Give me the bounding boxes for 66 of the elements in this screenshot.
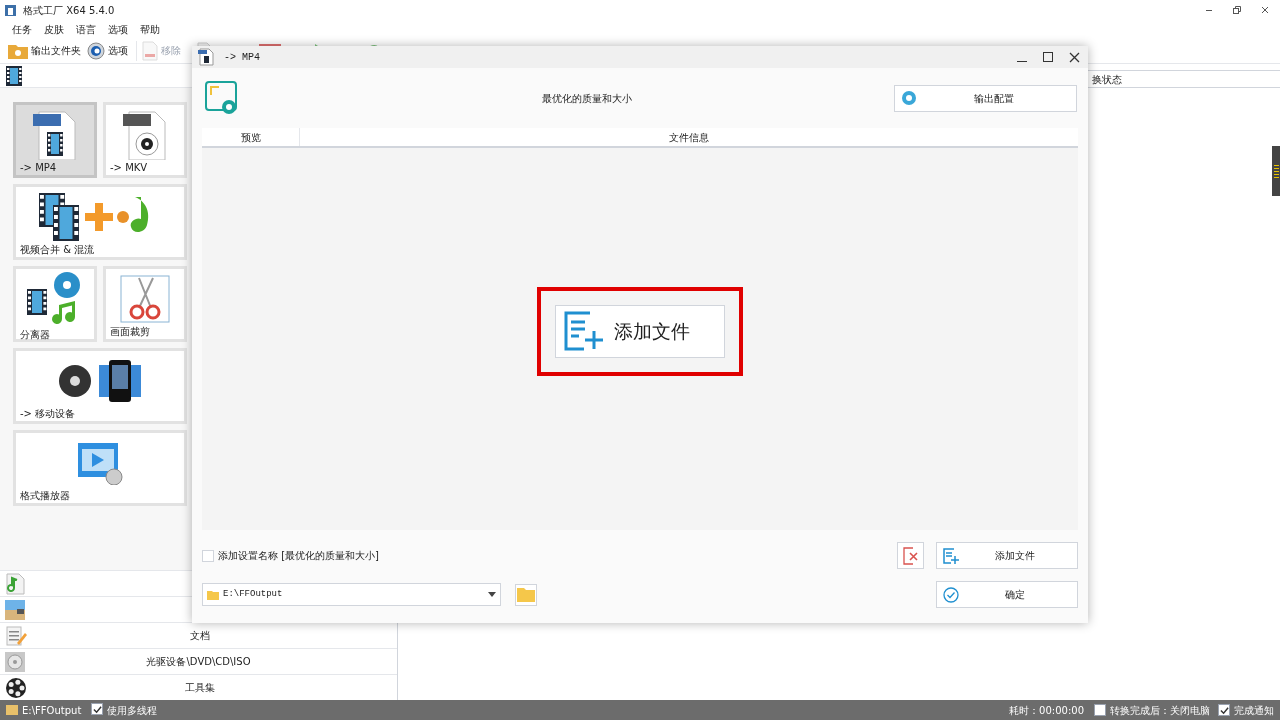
ok-button[interactable]: 确定 [936, 581, 1078, 608]
reel-phone-icon [57, 358, 143, 403]
checkbox-label: 转换完成后：关闭电脑 [1110, 703, 1210, 718]
dialog-title: -> MP4 [224, 50, 260, 65]
scroll-handle[interactable] [1272, 146, 1280, 196]
minimize-icon [1206, 10, 1212, 11]
maximize-icon [1043, 52, 1053, 62]
menu-item[interactable]: 语言 [76, 21, 96, 37]
landscape-photo-icon [5, 599, 25, 620]
checkbox[interactable] [1218, 704, 1230, 716]
film-reel-icon [5, 676, 27, 699]
checkbox[interactable] [91, 703, 104, 715]
tool-tile[interactable]: -> 移动设备 [13, 348, 187, 424]
mp4-file-icon [31, 109, 79, 160]
category-row[interactable]: 光驱设备\DVD\CD\ISO [0, 648, 397, 674]
checkbox-label: 使用多线程 [107, 703, 158, 718]
checkbox[interactable] [202, 549, 214, 562]
tool-tile[interactable]: -> MKV [103, 102, 187, 178]
toolbar-button[interactable]: 选项 [85, 41, 130, 60]
restore-icon [1233, 6, 1241, 14]
add-file-button[interactable]: 添加文件 [936, 542, 1078, 569]
menu-item[interactable]: 选项 [108, 21, 128, 37]
close-icon [1068, 51, 1080, 63]
menu-item[interactable]: 任务 [12, 21, 32, 37]
checkbox[interactable] [1094, 704, 1106, 716]
column-header: 换状态 [1092, 72, 1122, 87]
folder-icon [207, 589, 219, 600]
elapsed-time: 耗时：00:00:00 [1009, 703, 1084, 718]
tool-tile[interactable]: 分离器 [13, 266, 97, 342]
tool-tile[interactable]: 视频合并 & 混流 [13, 184, 187, 260]
video-player-icon [76, 440, 124, 485]
output-folder-dropdown[interactable]: E:\FFOutput [202, 583, 501, 606]
add-list-icon [943, 547, 959, 564]
folder-icon [517, 587, 535, 602]
mkv-file-icon [121, 109, 169, 160]
checkbox-label: 完成通知 [1234, 703, 1274, 718]
checkbox-label: 添加设置名称 [最优化的质量和大小] [218, 549, 379, 563]
maximize-button[interactable] [1040, 52, 1056, 62]
minimize-icon [1017, 60, 1027, 62]
output-path: E:\FFOutput [22, 703, 82, 718]
menu-item[interactable]: 帮助 [140, 21, 160, 37]
tool-tile[interactable]: -> MP4 [13, 102, 97, 178]
column-header: 预览 [202, 128, 300, 146]
document-pencil-icon [5, 624, 27, 647]
check-circle-icon [943, 586, 959, 603]
output-config-button[interactable]: 输出配置 [894, 84, 1077, 112]
window-title: 格式工厂 X64 5.4.0 [23, 3, 115, 18]
delete-file-icon [902, 546, 919, 565]
menu-item[interactable]: 皮肤 [44, 21, 64, 37]
close-icon [1261, 6, 1269, 14]
profile-name: 最优化的质量和大小 [540, 91, 633, 106]
add-file-button[interactable]: 添加文件 [555, 304, 725, 358]
add-list-icon [562, 311, 604, 351]
settings-screen-icon [205, 81, 239, 115]
disc-drive-icon [5, 651, 25, 672]
file-minus-icon [142, 40, 158, 61]
folder-icon [8, 42, 28, 59]
folder-icon [6, 705, 18, 715]
tool-tile[interactable]: 画面裁剪 [103, 266, 187, 342]
caret-icon [488, 592, 496, 597]
mp4-file-icon [198, 48, 214, 66]
tool-tile[interactable]: 格式播放器 [13, 430, 187, 506]
toolbar-button[interactable]: 输出文件夹 [6, 42, 83, 59]
clear-list-button[interactable] [897, 542, 924, 569]
app-logo-icon [4, 3, 17, 17]
column-header: 文件信息 [668, 131, 710, 145]
